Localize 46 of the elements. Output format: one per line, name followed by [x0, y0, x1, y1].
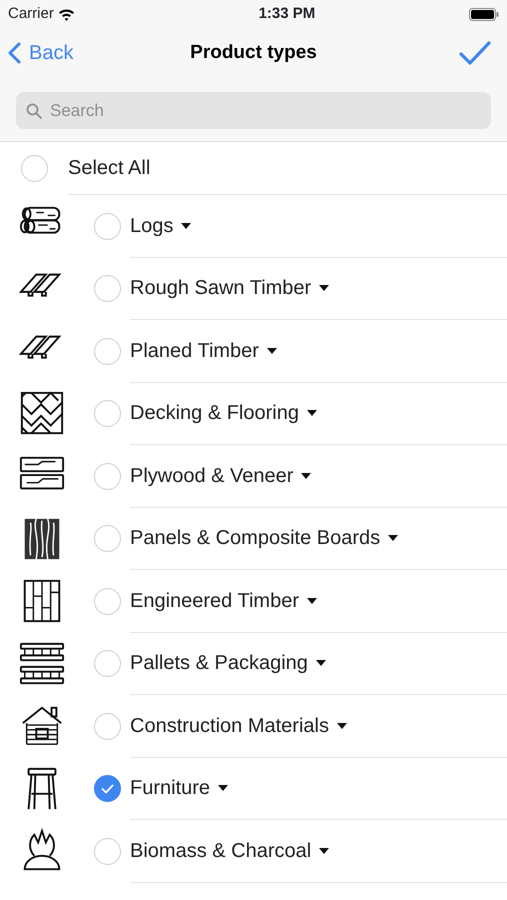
radio-button[interactable] — [20, 155, 48, 182]
radio-button[interactable] — [94, 588, 120, 615]
radio-button[interactable] — [94, 212, 120, 240]
category-label[interactable]: Panels & Composite Boards — [130, 523, 380, 554]
caret-icon[interactable] — [319, 848, 330, 854]
caret-icon[interactable] — [218, 785, 228, 792]
caret-icon[interactable] — [319, 285, 330, 292]
radio-button[interactable] — [94, 838, 120, 865]
caret-icon[interactable] — [316, 660, 326, 666]
status-time: 1:33 PM — [258, 4, 316, 24]
wifi-icon — [58, 8, 75, 20]
radio-button[interactable] — [94, 650, 120, 678]
caret-icon[interactable] — [266, 348, 277, 354]
carrier-label: Carrier — [8, 4, 54, 24]
category-label[interactable]: Decking & Flooring — [130, 398, 299, 428]
category-label[interactable]: Pallets & Packaging — [130, 648, 308, 678]
category-label[interactable]: Biomass & Charcoal — [130, 836, 312, 866]
radio-button[interactable] — [94, 525, 120, 552]
caret-icon[interactable] — [388, 535, 398, 542]
screen-title: Product types — [190, 40, 317, 65]
radio-button[interactable] — [94, 712, 120, 740]
pallet-icon — [19, 640, 65, 687]
category-label[interactable]: Planed Timber — [130, 336, 259, 366]
category-label[interactable]: Logs — [130, 210, 174, 241]
caret-icon[interactable] — [306, 410, 317, 416]
radio-button[interactable] — [94, 338, 120, 365]
caret-icon[interactable] — [181, 222, 192, 229]
category-label[interactable]: Plywood & Veneer — [130, 460, 294, 491]
radio-button[interactable] — [94, 462, 120, 490]
caret-icon[interactable] — [336, 722, 347, 729]
herringbone-floor-icon — [19, 390, 65, 437]
category-label[interactable]: Furniture — [130, 773, 210, 804]
back-chevron-icon — [8, 42, 21, 64]
category-label[interactable]: Construction Materials — [130, 710, 329, 741]
radio-button[interactable] — [94, 400, 120, 428]
caret-icon[interactable] — [301, 472, 312, 479]
caret-icon[interactable] — [306, 598, 317, 604]
battery-icon — [468, 8, 499, 20]
checked-radio[interactable] — [94, 775, 120, 802]
radio-button[interactable] — [94, 275, 120, 302]
category-label[interactable]: Rough Sawn Timber — [130, 273, 312, 304]
search-field[interactable]: Search — [16, 92, 491, 129]
checkmark-icon — [100, 784, 114, 794]
category-label[interactable]: Engineered Timber — [130, 586, 299, 616]
done-checkmark-icon[interactable] — [459, 40, 491, 66]
select-all-label[interactable]: Select All — [68, 153, 150, 183]
